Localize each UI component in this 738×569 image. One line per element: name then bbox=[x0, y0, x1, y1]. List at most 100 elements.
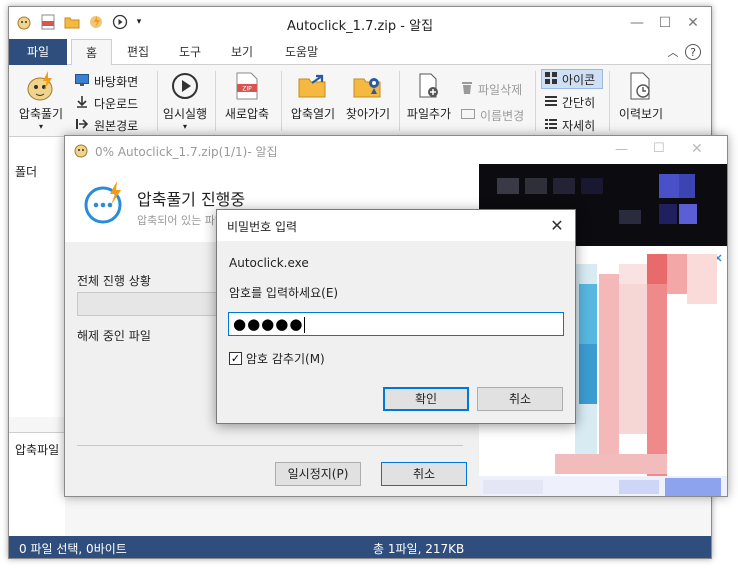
add-file-label: 파일추가 bbox=[406, 107, 452, 121]
test-run-dropdown-icon: ▾ bbox=[182, 122, 187, 131]
view-simple-button[interactable]: 간단히 bbox=[545, 92, 595, 112]
zip-file-icon: ZIP bbox=[219, 67, 275, 105]
extract-dropdown-icon: ▾ bbox=[38, 122, 43, 131]
folder-tree-pane: 폴더 bbox=[9, 137, 65, 417]
play-circle-icon bbox=[159, 67, 211, 105]
app-logo-icon bbox=[73, 142, 89, 161]
test-run-button[interactable]: 임시실행 ▾ bbox=[159, 67, 211, 131]
ribbon-separator bbox=[281, 71, 282, 131]
password-dialog-title: 비밀번호 입력 bbox=[227, 220, 298, 234]
password-dialog-titlebar: 비밀번호 입력 ✕ bbox=[217, 210, 575, 241]
hide-password-checkbox[interactable]: ✓ bbox=[229, 352, 242, 365]
window-title: Autoclick_1.7.zip - 알집 bbox=[286, 19, 434, 34]
downloads-label: 다운로드 bbox=[94, 96, 139, 111]
progress-heading: 압축풀기 진행중 bbox=[137, 190, 246, 209]
overall-progress-label: 전체 진행 상황 bbox=[77, 274, 151, 288]
ribbon-separator bbox=[535, 71, 536, 131]
extract-mascot-icon bbox=[15, 67, 67, 105]
current-file-label: 해제 중인 파일 bbox=[77, 329, 151, 343]
rename-label: 이름변경 bbox=[480, 108, 525, 123]
archive-pane-title: 압축파일 bbox=[15, 443, 60, 457]
close-button[interactable]: ✕ bbox=[681, 13, 705, 33]
ribbon-toolbar: 압축풀기 ▾ 바탕화면 다운로드 원본경로 임시실행 ▾ ZIP 새로압축 압축… bbox=[9, 65, 711, 137]
history-label: 이력보기 bbox=[618, 107, 664, 121]
ok-button[interactable]: 확인 bbox=[383, 387, 469, 411]
tab-help[interactable]: 도움말 bbox=[271, 39, 332, 65]
tab-file[interactable]: 파일 bbox=[9, 39, 67, 65]
new-archive-button[interactable]: ZIP 새로압축 bbox=[219, 67, 275, 122]
menu-tabs: 파일 홈 편집 도구 보기 도움말 ︿ ? bbox=[9, 39, 711, 66]
delete-file-button[interactable]: 파일삭제 bbox=[461, 79, 522, 99]
extract-button[interactable]: 압축풀기 ▾ bbox=[15, 67, 67, 131]
folder-pin-icon bbox=[341, 67, 395, 105]
rename-button[interactable]: 이름변경 bbox=[461, 105, 524, 125]
close-icon[interactable]: ✕ bbox=[545, 213, 569, 237]
progress-divider bbox=[77, 445, 463, 446]
find-button[interactable]: 찾아가기 bbox=[341, 67, 395, 122]
desktop-icon bbox=[75, 73, 89, 89]
extract-to-desktop-button[interactable]: 바탕화면 bbox=[75, 71, 138, 91]
ribbon-separator bbox=[215, 71, 216, 131]
hide-password-row[interactable]: ✓ 암호 감추기(M) bbox=[229, 350, 325, 367]
progress-close-button[interactable]: ✕ bbox=[691, 141, 703, 157]
view-icon-button[interactable]: 아이콘 bbox=[545, 69, 595, 89]
help-icon[interactable]: ? bbox=[685, 44, 701, 60]
progress-dialog-titlebar: 0% Autoclick_1.7.zip(1/1)- 알집 — ☐ ✕ bbox=[65, 136, 727, 164]
progress-maximize-button[interactable]: ☐ bbox=[653, 141, 665, 156]
extract-progress-icon bbox=[81, 180, 127, 229]
view-detail-button[interactable]: 자세히 bbox=[545, 115, 595, 135]
list-icon bbox=[545, 95, 557, 110]
progress-minimize-button[interactable]: — bbox=[615, 142, 628, 157]
download-arrow-icon bbox=[75, 95, 89, 112]
maximize-button[interactable]: ☐ bbox=[653, 13, 677, 33]
archive-info-pane: 압축파일 bbox=[9, 432, 65, 537]
folder-pane-title: 폴더 bbox=[15, 165, 38, 179]
extract-to-downloads-button[interactable]: 다운로드 bbox=[75, 93, 138, 113]
add-file-button[interactable]: 파일추가 bbox=[403, 67, 455, 122]
password-input[interactable]: ●●●●● bbox=[228, 312, 564, 336]
title-bar: ▾ Autoclick_1.7.zip - 알집 — ☐ ✕ bbox=[9, 7, 711, 39]
tab-tools[interactable]: 도구 bbox=[165, 39, 215, 65]
pause-button[interactable]: 일시정지(P) bbox=[275, 462, 361, 486]
view-simple-label: 간단히 bbox=[562, 95, 596, 110]
encrypted-filename: Autoclick.exe bbox=[229, 256, 309, 270]
hide-password-label: 암호 감추기(M) bbox=[246, 352, 325, 366]
grid-icon bbox=[545, 71, 557, 87]
selection-status: 0 파일 선택, 0바이트 bbox=[19, 542, 127, 556]
ribbon-separator bbox=[609, 71, 610, 131]
history-button[interactable]: 이력보기 bbox=[613, 67, 669, 122]
delete-file-label: 파일삭제 bbox=[478, 82, 523, 97]
password-prompt-label: 암호를 입력하세요(E) bbox=[229, 286, 339, 300]
ribbon-separator bbox=[157, 71, 158, 131]
find-label: 찾아가기 bbox=[345, 107, 391, 121]
text-caret bbox=[304, 316, 306, 333]
status-bar: 0 파일 선택, 0바이트 총 1파일, 217KB bbox=[9, 536, 711, 558]
tab-edit[interactable]: 편집 bbox=[113, 39, 163, 65]
ribbon-separator bbox=[399, 71, 400, 131]
view-detail-label: 자세히 bbox=[562, 118, 596, 133]
open-folder-arrow-icon bbox=[285, 67, 341, 105]
ribbon-collapse-icon[interactable]: ︿ bbox=[665, 44, 681, 60]
password-masked-value: ●●●●● bbox=[233, 315, 304, 333]
svg-text:ZIP: ZIP bbox=[242, 86, 252, 93]
open-archive-button[interactable]: 압축열기 bbox=[285, 67, 341, 122]
desktop-label: 바탕화면 bbox=[94, 74, 139, 89]
view-icon-label: 아이콘 bbox=[562, 72, 596, 87]
progress-cancel-button[interactable]: 취소 bbox=[381, 462, 467, 486]
trash-icon bbox=[461, 81, 473, 98]
progress-subheading: 압축되어 있는 파일 bbox=[137, 214, 225, 227]
original-path-label: 원본경로 bbox=[94, 118, 139, 133]
extract-label: 압축풀기 bbox=[18, 107, 64, 121]
tab-home[interactable]: 홈 bbox=[71, 39, 113, 66]
test-run-label: 임시실행 bbox=[162, 107, 208, 121]
tab-view[interactable]: 보기 bbox=[217, 39, 267, 65]
open-archive-label: 압축열기 bbox=[290, 107, 336, 121]
extract-to-original-button[interactable]: 원본경로 bbox=[75, 115, 138, 135]
password-dialog: 비밀번호 입력 ✕ Autoclick.exe 암호를 입력하세요(E) ●●●… bbox=[216, 209, 576, 424]
new-archive-label: 새로압축 bbox=[224, 107, 270, 121]
total-status: 총 1파일, 217KB bbox=[373, 542, 465, 556]
history-clock-icon bbox=[613, 67, 669, 105]
original-path-icon bbox=[75, 117, 89, 134]
minimize-button[interactable]: — bbox=[625, 13, 649, 33]
cancel-button[interactable]: 취소 bbox=[477, 387, 563, 411]
